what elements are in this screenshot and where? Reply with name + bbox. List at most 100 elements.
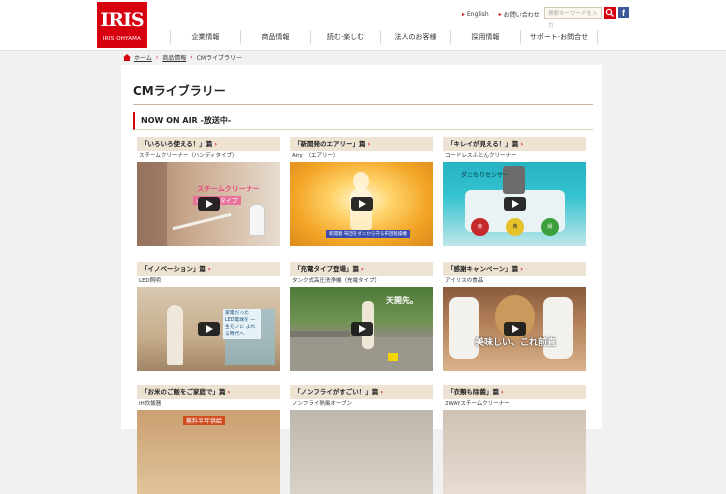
- cm-card-product: LED照明: [139, 278, 161, 284]
- contact-link-label: お問い合わせ: [503, 11, 540, 19]
- chevron-right-icon: ›: [380, 388, 383, 396]
- nav-item-read-enjoy[interactable]: 読む·楽しむ: [310, 30, 380, 44]
- cm-card-product: Airy （エアリー）: [292, 153, 339, 159]
- search-icon: [605, 8, 614, 17]
- cm-card-title-text: 「新開発のエアリー」篇: [294, 140, 366, 148]
- cm-card-product: IH炊飯器: [139, 401, 162, 407]
- play-icon[interactable]: [351, 197, 373, 211]
- arrow-right-icon: ▸: [498, 10, 502, 18]
- chevron-right-icon: ›: [207, 265, 211, 273]
- cm-card-title-text: 「イノベーション」篇: [141, 265, 206, 273]
- section-heading: NOW ON AIR -放送中-: [133, 112, 593, 130]
- cm-card-product: ノンフライ熱風オーブン: [292, 401, 353, 407]
- cm-card: 「充電タイプ登場」篇 › タンク式高圧洗浄機（充電タイプ） 天開先。: [290, 262, 433, 371]
- cm-card-title[interactable]: 「お米のご飯をご家庭で」篇 ›: [137, 385, 280, 399]
- cm-card: 「衣類も除菌」篇 › 2WAYスチームクリーナー: [443, 385, 586, 494]
- cm-card-title-text: 「ノンフライがすごい！」篇: [294, 388, 379, 396]
- chevron-right-icon: ›: [190, 54, 193, 61]
- search-input[interactable]: 検索キーワードを入力: [544, 7, 602, 29]
- home-icon: [123, 54, 131, 61]
- english-link[interactable]: ▸ English: [462, 11, 489, 18]
- main-content: CMライブラリー NOW ON AIR -放送中- 「いろいろ使える！」篇 › ス…: [121, 65, 602, 494]
- sensor-light-green: 緑: [541, 218, 559, 236]
- cm-card: 「お米のご飯をご家庭で」篇 › IH炊飯器 無料半年供給: [137, 385, 280, 494]
- play-icon[interactable]: [198, 197, 220, 211]
- nav-item-business[interactable]: 法人のお客様: [380, 30, 450, 44]
- cm-card-product: アイリスの食品: [445, 278, 484, 284]
- sensor-light-red: 赤: [471, 218, 489, 236]
- cm-card-title[interactable]: 「衣類も除菌」篇 ›: [443, 385, 586, 399]
- thumbnail-caption: ダニちりセンサー: [461, 172, 510, 179]
- thumbnail-caption: 無料半年供給: [183, 416, 226, 425]
- cm-card: 「新開発のエアリー」篇 › Airy （エアリー） 新開発 布団をダニから守る布団…: [290, 137, 433, 246]
- cm-card-product: 2WAYスチームクリーナー: [445, 401, 510, 407]
- video-thumbnail[interactable]: [443, 410, 586, 494]
- cm-card-title[interactable]: 「ノンフライがすごい！」篇 ›: [290, 385, 433, 399]
- section-heading-label: NOW ON AIR -放送中-: [141, 116, 232, 125]
- thumbnail-caption: スチームクリーナー: [197, 185, 260, 193]
- breadcrumb-products[interactable]: 商品情報: [162, 53, 186, 62]
- cm-card: 「感謝キャンペーン」篇 › アイリスの食品 美味しい、これ前直: [443, 262, 586, 371]
- video-thumbnail[interactable]: ダニちりセンサー 赤 黄 緑: [443, 162, 586, 246]
- nav-item-support[interactable]: サポート·お問合せ: [520, 30, 598, 44]
- cm-card-product: タンク式高圧洗浄機（充電タイプ）: [292, 278, 381, 284]
- nav-item-corporate[interactable]: 企業情報: [170, 30, 240, 44]
- video-thumbnail[interactable]: [290, 410, 433, 494]
- logo-mark: IRIS: [100, 9, 144, 31]
- logo-subtitle: IRIS OHYAMA: [102, 36, 142, 42]
- cm-card-title[interactable]: 「イノベーション」篇 ›: [137, 262, 280, 276]
- chevron-right-icon: ›: [361, 265, 364, 273]
- cm-card: 「ノンフライがすごい！」篇 › ノンフライ熱風オーブン: [290, 385, 433, 494]
- cm-card-product: スチームクリーナー（ハンディタイプ）: [139, 153, 238, 159]
- nav-item-products[interactable]: 商品情報: [240, 30, 310, 44]
- chevron-right-icon: ›: [520, 265, 523, 273]
- chevron-right-icon: ›: [227, 388, 231, 396]
- cm-card-title[interactable]: 「いろいろ使える！」篇 ›: [137, 137, 280, 151]
- video-thumbnail[interactable]: 天開先。: [290, 287, 433, 371]
- breadcrumb-current: CMライブラリー: [196, 55, 243, 62]
- nav-item-recruit[interactable]: 採用情報: [450, 30, 520, 44]
- play-icon[interactable]: [504, 197, 526, 211]
- site-header: IRIS IRIS OHYAMA ▸ English ▸ お問い合わせ 検索キー…: [0, 0, 726, 51]
- cm-card-title[interactable]: 「キレイが見える！」篇 ›: [443, 137, 586, 151]
- play-icon[interactable]: [198, 322, 220, 336]
- chevron-right-icon: ›: [214, 140, 217, 148]
- video-thumbnail[interactable]: 新開発 布団をダニから守る布団乾燥機: [290, 162, 433, 246]
- cm-card-title[interactable]: 「感謝キャンペーン」篇 ›: [443, 262, 586, 276]
- search-button[interactable]: [604, 7, 616, 19]
- cm-card-title-text: 「お米のご飯をご家庭で」篇: [141, 388, 226, 396]
- cm-card-title-text: 「感謝キャンペーン」篇: [447, 265, 519, 273]
- thumbnail-caption: 美味しい、これ前直: [475, 338, 557, 348]
- cm-card-title[interactable]: 「新開発のエアリー」篇 ›: [290, 137, 433, 151]
- page-title: CMライブラリー: [133, 84, 226, 98]
- arrow-right-icon: ▸: [462, 10, 466, 18]
- english-link-label: English: [467, 10, 489, 18]
- thumbnail-caption: 天開先。: [386, 296, 418, 305]
- chevron-right-icon: ›: [520, 140, 523, 148]
- cm-card: 「キレイが見える！」篇 › コードレスふとんクリーナー ダニちりセンサー 赤 黄 …: [443, 137, 586, 246]
- cm-card: 「イノベーション」篇 › LED照明 家電だった LED電球を 一生モノに よれる…: [137, 262, 280, 371]
- facebook-icon[interactable]: f: [618, 7, 629, 18]
- cm-card-product: コードレスふとんクリーナー: [445, 153, 517, 159]
- title-divider: [133, 104, 593, 105]
- thumbnail-caption: 新開発 布団をダニから守る布団乾燥機: [326, 230, 410, 238]
- cm-card-title-text: 「充電タイプ登場」篇: [294, 265, 359, 273]
- breadcrumb-home[interactable]: ホーム: [134, 53, 152, 62]
- cm-card-title-text: 「キレイが見える！」篇: [447, 140, 519, 148]
- contact-link[interactable]: ▸ お問い合わせ: [499, 10, 540, 19]
- video-thumbnail[interactable]: 美味しい、これ前直: [443, 287, 586, 371]
- video-thumbnail[interactable]: スチームクリーナー ハンディタイプ: [137, 162, 280, 246]
- chevron-right-icon: ›: [501, 388, 504, 396]
- cm-card-title-text: 「衣類も除菌」篇: [447, 388, 499, 396]
- play-icon[interactable]: [351, 322, 373, 336]
- utility-links: ▸ English ▸ お問い合わせ: [462, 9, 550, 19]
- play-icon[interactable]: [504, 322, 526, 336]
- video-thumbnail[interactable]: 家電だった LED電球を 一生モノに よれる時代へ: [137, 287, 280, 371]
- video-thumbnail[interactable]: 無料半年供給: [137, 410, 280, 494]
- brand-logo[interactable]: IRIS IRIS OHYAMA: [97, 2, 147, 48]
- sensor-light-yellow: 黄: [506, 218, 524, 236]
- chevron-right-icon: ›: [155, 54, 159, 61]
- cm-card-title[interactable]: 「充電タイプ登場」篇 ›: [290, 262, 433, 276]
- chevron-right-icon: ›: [367, 140, 371, 148]
- cm-card-title-text: 「いろいろ使える！」篇: [141, 140, 213, 148]
